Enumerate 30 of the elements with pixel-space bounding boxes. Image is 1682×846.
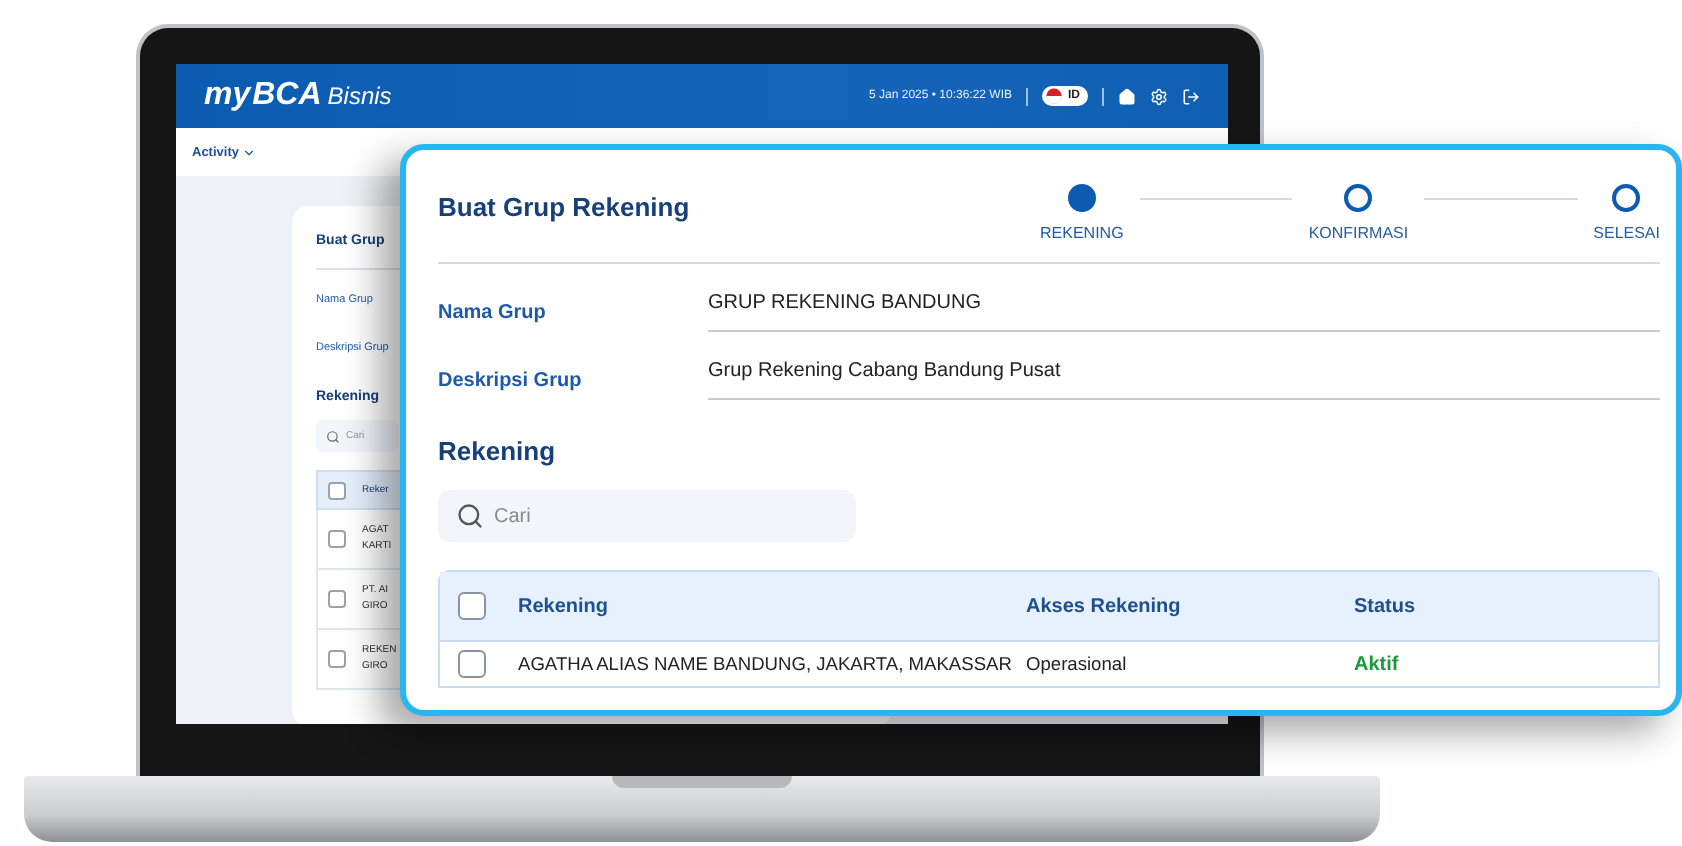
column-header: Rekening <box>518 595 611 617</box>
table-cell: Operasional <box>1026 654 1127 674</box>
home-icon[interactable] <box>1118 87 1136 105</box>
chevron-down-icon <box>242 145 257 159</box>
column-header: Status <box>1354 595 1418 617</box>
status-text: Aktif <box>1354 653 1399 675</box>
search-field[interactable]: Cari <box>438 490 856 542</box>
checkbox[interactable] <box>458 592 486 620</box>
app-logo: myBCA Bisnis <box>204 78 392 114</box>
search-icon <box>456 502 484 530</box>
field-label: Deskripsi Grup <box>438 370 584 396</box>
logout-icon[interactable] <box>1182 87 1200 105</box>
column-header: Akses Rekening <box>1026 595 1183 617</box>
step-label: KONFIRMASI <box>1308 223 1409 241</box>
flag-icon <box>1046 88 1062 104</box>
panel-title: Buat Grup Rekening <box>438 191 690 221</box>
checkbox[interactable] <box>328 650 346 668</box>
table-cell: AGATHA ALIAS NAME BANDUNG, JAKARTA, MAKASSAR <box>518 654 1012 674</box>
field-label: Nama Grup <box>438 302 548 328</box>
step-label: SELESAI <box>1593 223 1660 241</box>
step-label: REKENING <box>1040 223 1124 241</box>
search-icon <box>326 429 340 443</box>
checkbox[interactable] <box>328 590 346 608</box>
input-field[interactable]: Grup Rekening Cabang Bandung Pusat <box>708 360 1660 400</box>
checkbox[interactable] <box>328 481 346 499</box>
checkbox[interactable] <box>458 650 486 678</box>
checkbox[interactable] <box>328 530 346 548</box>
section-title: Rekening <box>438 436 558 466</box>
settings-icon[interactable] <box>1150 87 1168 105</box>
input-field[interactable]: GRUP REKENING BANDUNG <box>708 292 1660 332</box>
